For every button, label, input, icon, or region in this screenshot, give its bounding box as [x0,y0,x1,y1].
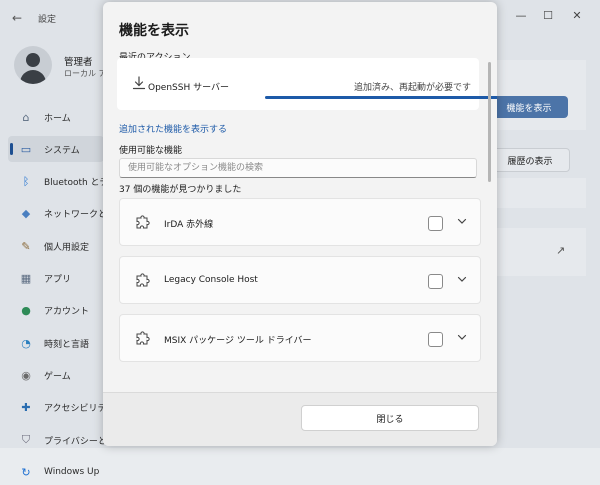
brush-icon: ✎ [21,239,31,253]
feature-checkbox[interactable] [428,332,443,347]
feature-name: Legacy Console Host [164,275,258,285]
feature-list: IrDA 赤外線 Legacy Console Host MSIX パッケージ ツー… [119,198,481,374]
sidebar-item-label: アカウント [44,307,90,318]
sidebar-item-label: プライバシーとセ [44,436,104,447]
feature-name: MSIX パッケージ ツール ドライバー [164,336,312,346]
sidebar-item[interactable]: ✚ アクセシビリティ [8,395,104,421]
window-title: 設定 [38,15,57,25]
puzzle-icon [136,331,150,345]
show-added-features-link[interactable]: 追加された機能を表示する [119,122,227,135]
home-icon: ⌂ [22,110,30,124]
dialog-footer: 閉じる [103,392,497,446]
user-role: ローカル ア [64,69,107,78]
feature-row[interactable]: MSIX パッケージ ツール ドライバー [119,314,481,362]
scrollbar[interactable] [488,62,491,182]
apps-icon: ▦ [20,272,32,285]
feature-checkbox[interactable] [428,216,443,231]
sidebar-item-label: Bluetooth とデ [44,178,104,189]
accessibility-icon: ✚ [21,401,31,415]
external-link-icon[interactable]: ↗ [556,244,565,257]
sidebar-item[interactable]: ⛉ プライバシーとセ [8,427,104,453]
recent-item-status: 追加済み、再起動が必要です [353,83,471,93]
sidebar-item-label: ゲーム [44,371,71,382]
chevron-down-icon[interactable] [456,215,468,227]
sidebar-item[interactable]: ◆ ネットワークとイ [8,201,104,227]
puzzle-icon [136,215,150,229]
progress-fill [265,96,497,99]
refresh-icon: ↻ [21,465,31,479]
close-window-icon[interactable]: ✕ [570,9,584,22]
bluetooth-icon: ᛒ [22,175,30,189]
background-card [490,178,586,208]
feature-row[interactable]: IrDA 赤外線 [119,198,481,246]
sidebar-item-label: ネットワークとイ [44,210,104,221]
available-features-label: 使用可能な機能 [119,146,183,156]
dialog-title: 機能を表示 [119,23,189,39]
puzzle-icon [136,273,150,287]
minimize-icon[interactable]: — [514,9,528,22]
sidebar-item-label: Windows Up [44,467,100,478]
sidebar-item-label: 個人用設定 [44,242,90,253]
back-arrow-icon[interactable]: ← [12,11,22,25]
globe-clock-icon: ◔ [21,336,31,350]
sidebar-item-label: 時刻と言語 [44,339,90,350]
feature-search-input[interactable] [119,158,477,178]
sidebar-item[interactable]: ⌂ ホーム [8,104,104,130]
sidebar-item-label: ホーム [44,113,71,124]
sidebar-item-label: アプリ [44,275,72,285]
sidebar-item[interactable]: ᛒ Bluetooth とデ [8,169,104,195]
maximize-icon[interactable]: ☐ [541,9,555,22]
monitor-icon: ▭ [20,142,32,156]
gamepad-icon: ◉ [21,368,31,382]
user-name: 管理者 [64,57,93,68]
feature-checkbox[interactable] [428,274,443,289]
sidebar-item[interactable]: ◉ ゲーム [8,362,104,388]
user-profile[interactable]: 管理者 ローカル ア [14,46,107,86]
sidebar-item[interactable]: ▭ システム [8,136,104,163]
shield-icon: ⛉ [21,433,31,446]
person-icon: ● [21,304,31,318]
close-button[interactable]: 閉じる [301,405,479,431]
feature-row[interactable]: Legacy Console Host [119,256,481,304]
install-progress-bar [265,96,497,99]
recent-item-name: OpenSSH サーバー [148,83,230,93]
background-card [490,228,586,276]
sidebar-item[interactable]: ● アカウント [8,298,104,324]
view-features-dialog: 機能を表示 最近のアクション OpenSSH サーバー 追加済み、再起動が必要で… [103,2,497,446]
chevron-down-icon[interactable] [456,273,468,285]
sidebar-item-label: システム [44,145,80,156]
background-card [490,60,586,130]
feature-name: IrDA 赤外線 [164,220,214,230]
feature-count: 37 個の機能が見つかりました [119,185,242,195]
wifi-icon: ◆ [21,207,31,221]
chevron-down-icon[interactable] [456,331,468,343]
sidebar-item-label: アクセシビリティ [44,404,104,415]
avatar [14,46,52,84]
view-history-button[interactable]: 履歴の表示 [490,148,570,172]
download-icon [132,76,146,90]
sidebar-item[interactable]: ◔ 時刻と言語 [8,330,104,356]
view-features-button[interactable]: 機能を表示 [490,96,568,118]
sidebar-item[interactable]: ↻ Windows Up [8,459,104,485]
sidebar-item[interactable]: ▦ アプリ [8,266,104,292]
sidebar-item[interactable]: ✎ 個人用設定 [8,233,104,259]
